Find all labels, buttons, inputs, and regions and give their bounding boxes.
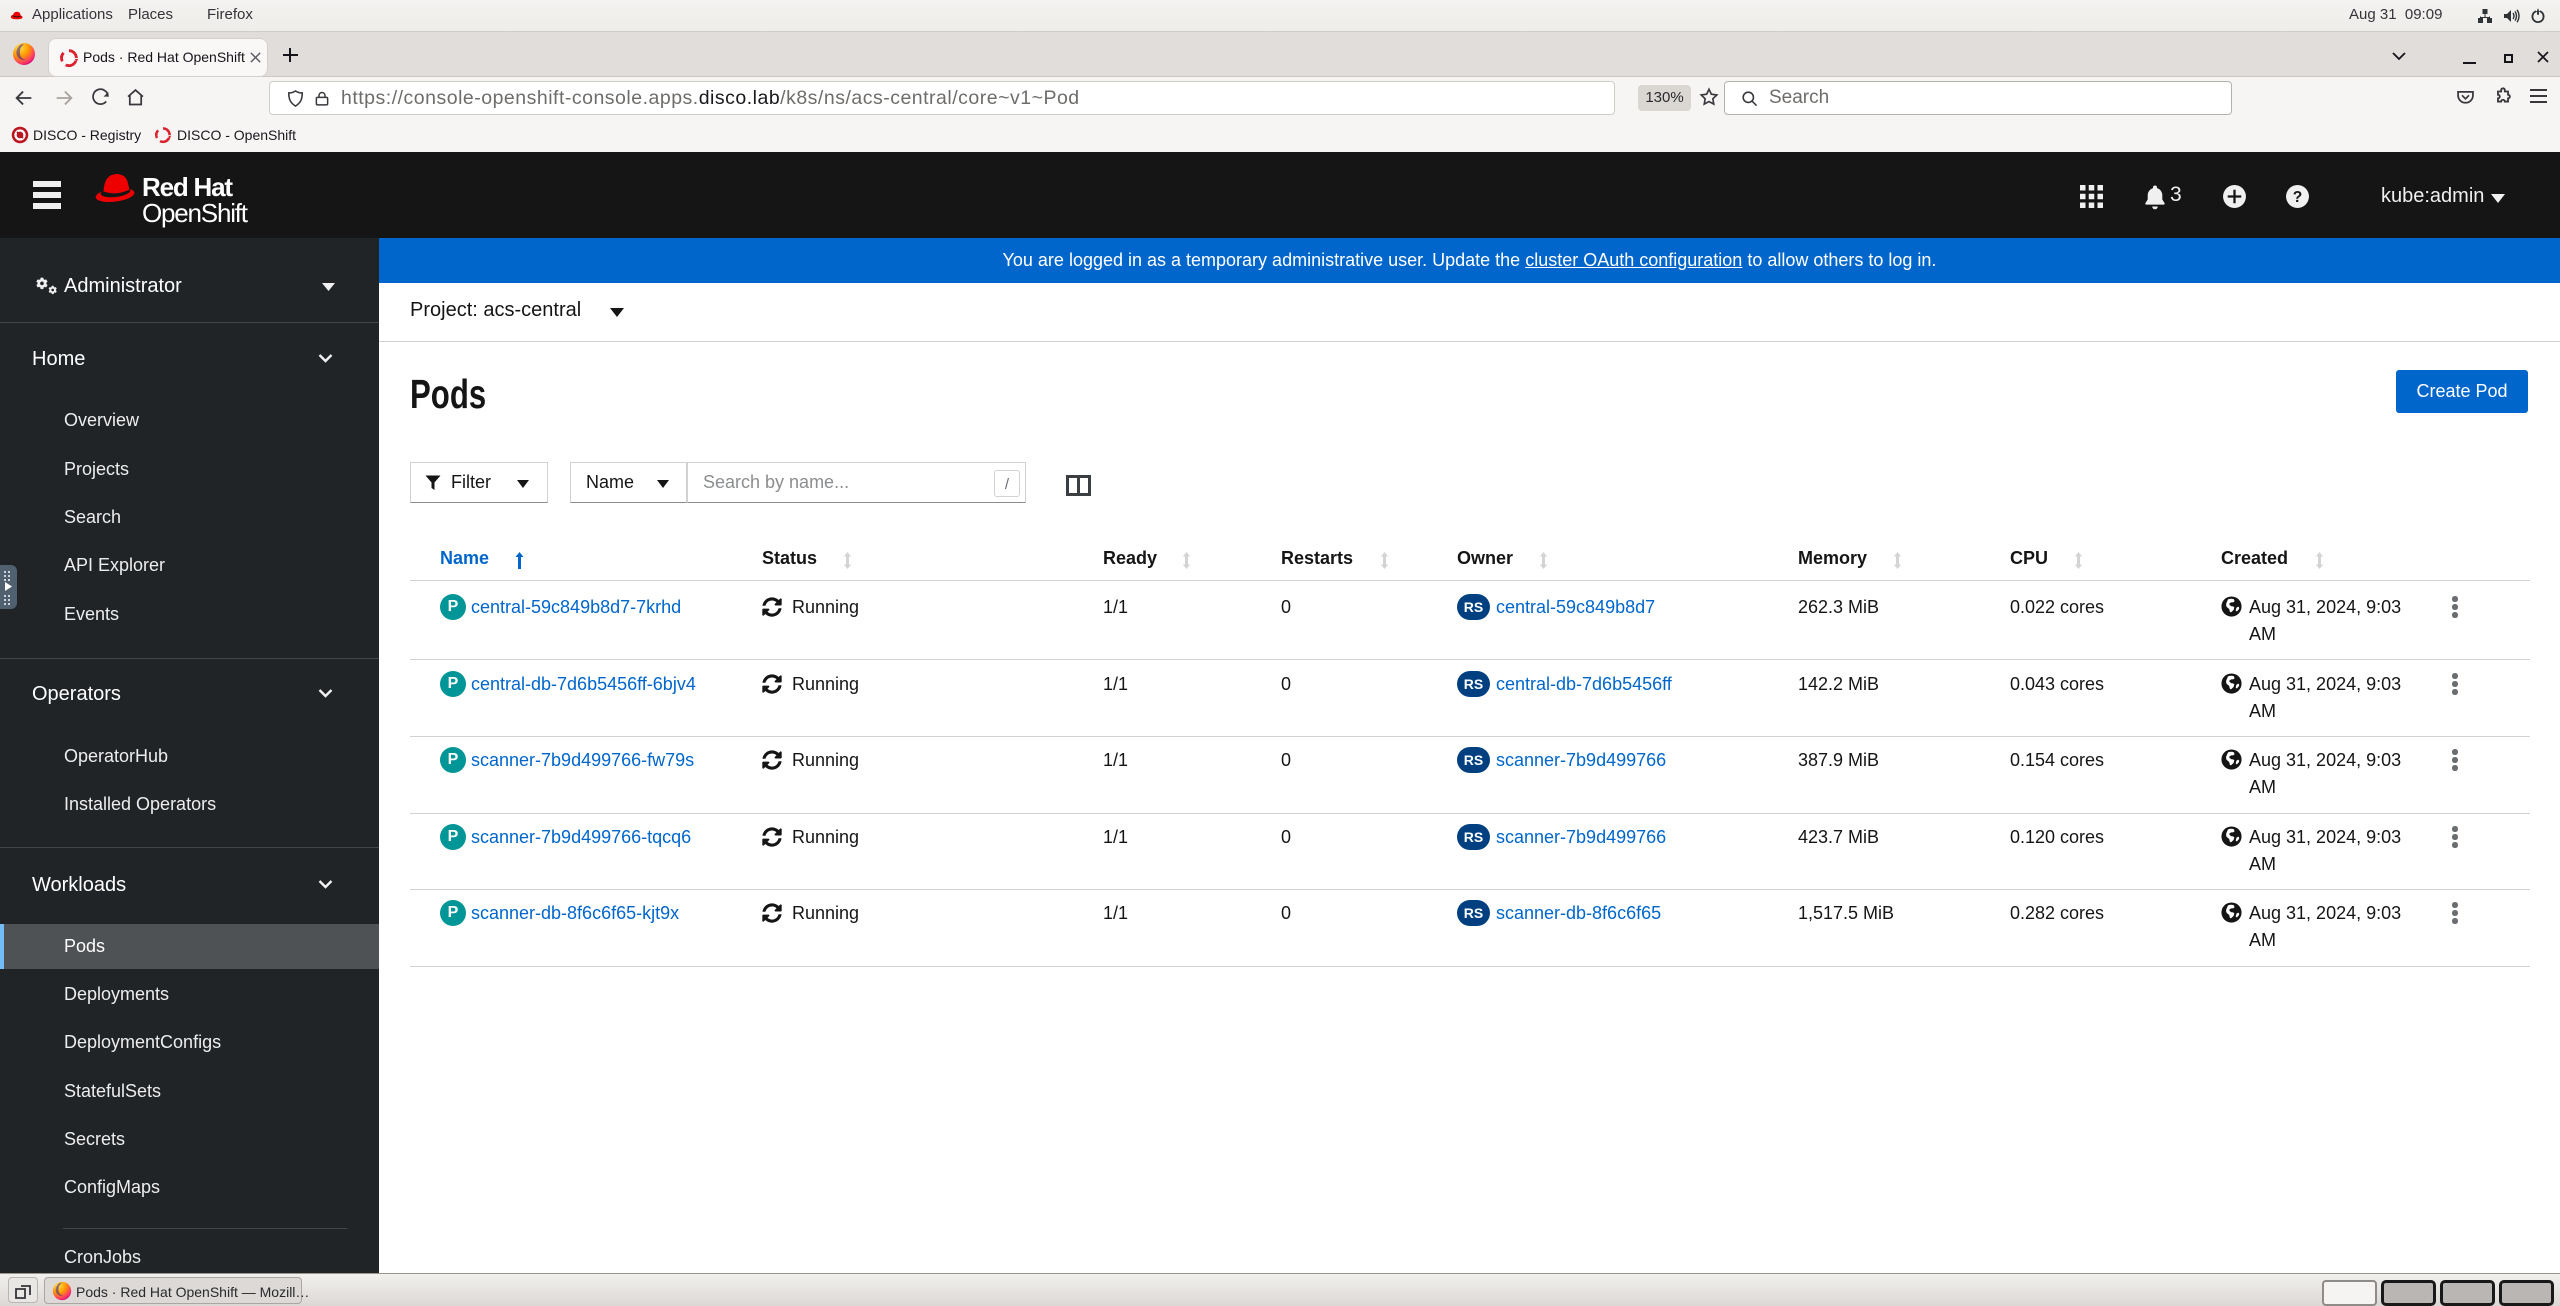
svg-text:?: ? <box>2293 189 2303 206</box>
